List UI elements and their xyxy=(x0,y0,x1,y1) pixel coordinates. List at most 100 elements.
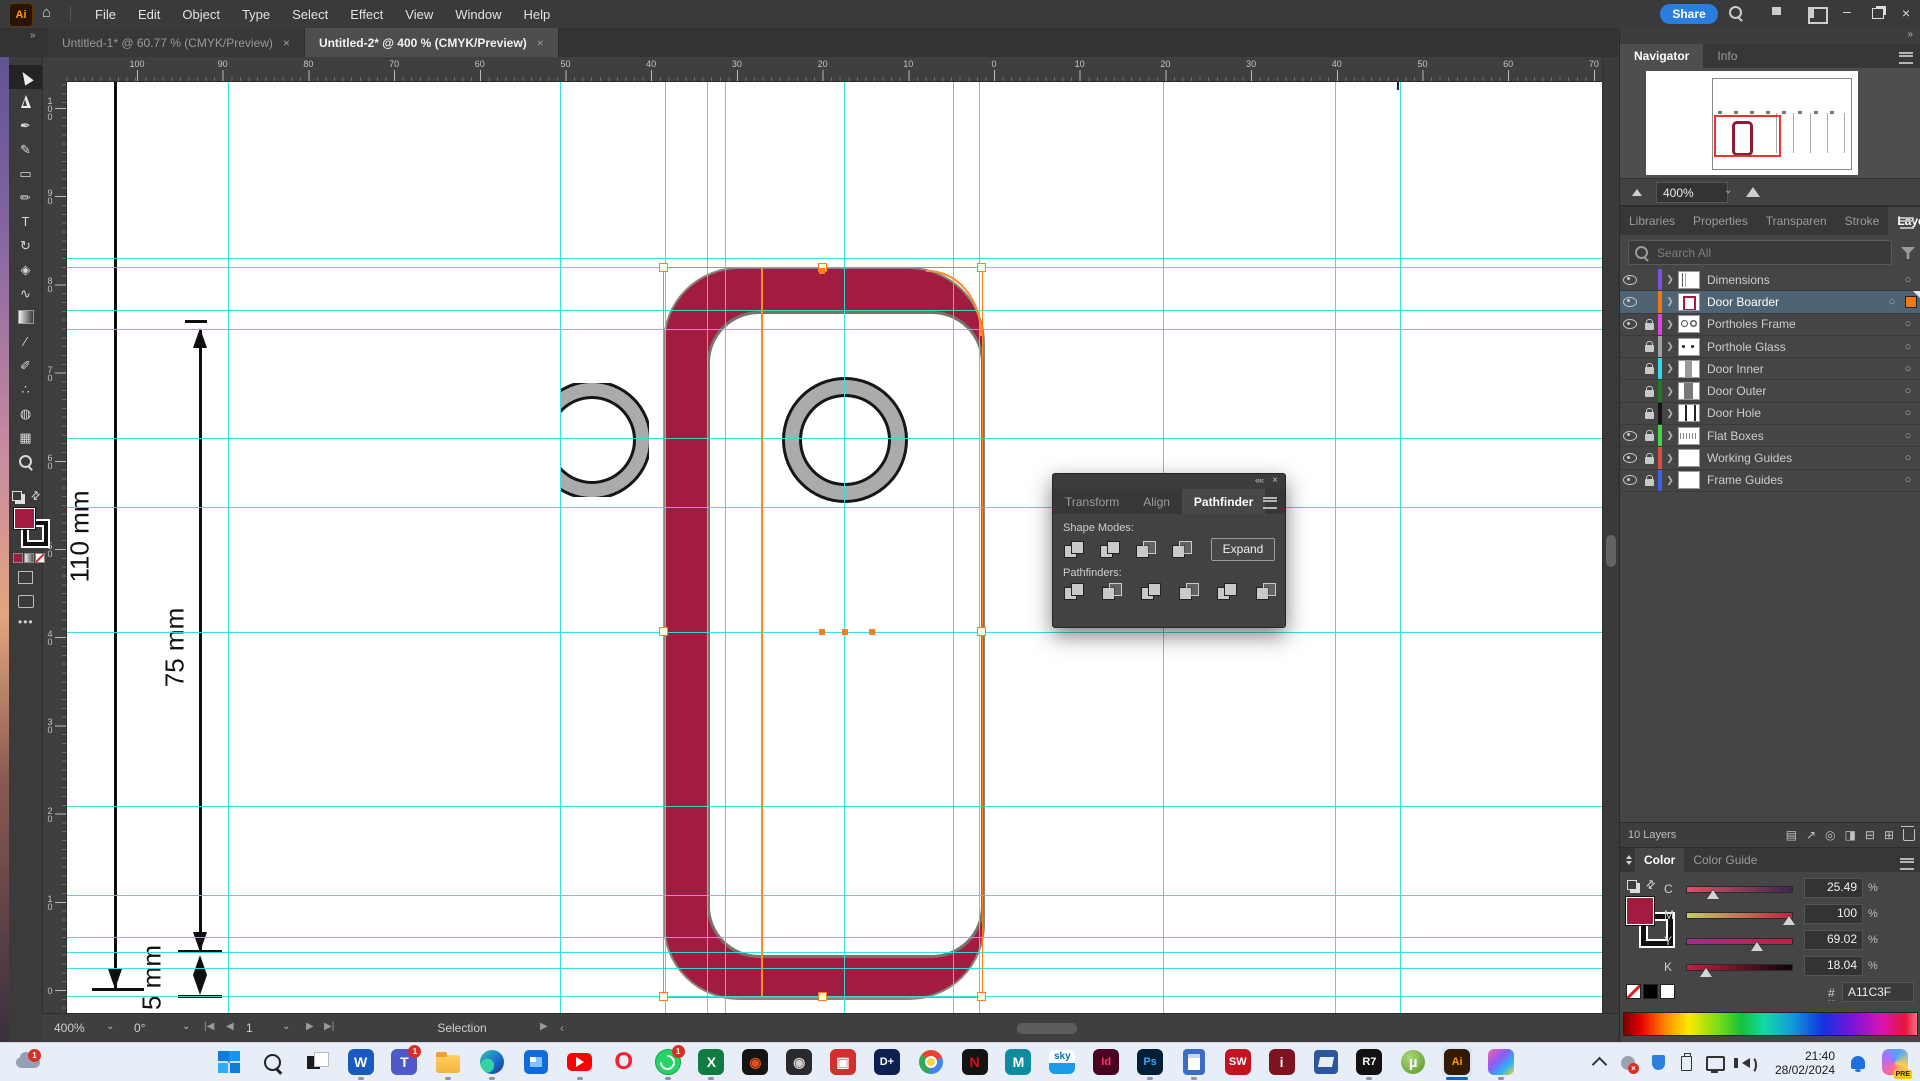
target-circle-icon[interactable]: ○ xyxy=(1895,363,1920,375)
lock-cell[interactable] xyxy=(1640,453,1658,464)
layer-row-dimensions[interactable]: ❯Dimensions○ xyxy=(1620,269,1920,291)
width-tool-tool[interactable]: ∿ xyxy=(9,281,42,305)
menu-object[interactable]: Object xyxy=(175,7,227,22)
zoom-out-icon[interactable] xyxy=(1632,189,1642,196)
selection-handle[interactable] xyxy=(659,992,668,1001)
anchor-point[interactable] xyxy=(842,629,848,635)
menu-help[interactable]: Help xyxy=(516,7,557,22)
taskbar-youtube[interactable] xyxy=(565,1047,595,1077)
lock-cell[interactable] xyxy=(1640,363,1658,374)
search-input[interactable] xyxy=(1655,242,1859,263)
layer-row-working-guides[interactable]: ❯Working Guides○ xyxy=(1620,447,1920,469)
target-circle-icon[interactable]: ○ xyxy=(1895,452,1920,464)
artboard-canvas[interactable]: 110 mm 75 mm 5 mm xyxy=(66,81,1602,1013)
make-clipping-mask-icon[interactable]: ◨ xyxy=(1845,829,1856,841)
layer-thumbnail[interactable] xyxy=(1678,315,1700,333)
none-button[interactable] xyxy=(35,553,45,563)
layer-thumbnail[interactable] xyxy=(1678,382,1700,400)
pen-tool[interactable]: ✒ xyxy=(9,113,42,137)
close-icon[interactable]: × xyxy=(1272,475,1278,486)
tab-navigator[interactable]: Navigator xyxy=(1620,44,1703,68)
panel-menu-icon[interactable] xyxy=(1899,52,1913,64)
slider-thumb[interactable] xyxy=(1783,916,1795,925)
taskbar-sky[interactable]: sky xyxy=(1047,1047,1077,1077)
taskbar-whatsapp[interactable]: 1 xyxy=(653,1047,683,1077)
locate-object-icon[interactable]: ◎ xyxy=(1825,829,1835,841)
channel-value-C[interactable]: 25.49 xyxy=(1804,878,1863,898)
taskbar-photoshop[interactable]: Ps xyxy=(1135,1047,1165,1077)
curvature-tool[interactable]: ✎ xyxy=(9,137,42,161)
lock-icon[interactable] xyxy=(1645,323,1654,330)
shape-mode-exclude-icon[interactable] xyxy=(1171,541,1193,558)
layer-thumbnail[interactable] xyxy=(1678,338,1700,356)
expand-chevron-icon[interactable]: ❯ xyxy=(1662,274,1678,285)
menu-effect[interactable]: Effect xyxy=(343,7,390,22)
lock-cell[interactable] xyxy=(1640,386,1658,397)
tab-overflow-icon[interactable]: » xyxy=(30,30,36,41)
search-icon[interactable] xyxy=(1729,6,1742,19)
taskbar-word[interactable]: W xyxy=(346,1047,376,1077)
layer-name[interactable]: Working Guides xyxy=(1707,451,1895,465)
taskbar-search[interactable] xyxy=(258,1047,288,1077)
layer-name[interactable]: Porthole Glass xyxy=(1707,340,1895,354)
expand-chevron-icon[interactable]: ❯ xyxy=(1662,296,1678,307)
pathfinder-trim-icon[interactable] xyxy=(1101,583,1121,600)
anchor-point[interactable] xyxy=(819,268,825,274)
target-circle-icon[interactable]: ○ xyxy=(1895,318,1920,330)
layer-name[interactable]: Door Outer xyxy=(1707,384,1895,398)
layer-name[interactable]: Frame Guides xyxy=(1707,473,1895,487)
lock-icon[interactable] xyxy=(1645,390,1654,397)
shape-builder-tool[interactable]: ◍ xyxy=(9,401,42,425)
layer-row-portholes-frame[interactable]: ❯Portholes Frame○ xyxy=(1620,314,1920,336)
selection-handle[interactable] xyxy=(977,627,986,636)
lock-icon[interactable] xyxy=(1645,367,1654,374)
color-button[interactable] xyxy=(13,553,23,563)
shape-mode-intersect-icon[interactable] xyxy=(1135,541,1157,558)
horizontal-scrollbar-thumb[interactable] xyxy=(1017,1023,1077,1034)
layer-thumbnail[interactable] xyxy=(1678,449,1700,467)
rotate-tool[interactable]: ↻ xyxy=(9,233,42,257)
tab-color[interactable]: Color xyxy=(1635,848,1684,872)
taskbar-app-dark-1[interactable]: ◉ xyxy=(740,1047,770,1077)
layer-thumbnail[interactable] xyxy=(1678,471,1700,489)
layer-name[interactable]: Portholes Frame xyxy=(1707,317,1895,331)
menu-window[interactable]: Window xyxy=(448,7,508,22)
navigator-zoom-input[interactable] xyxy=(1656,182,1728,203)
eye-icon[interactable] xyxy=(1623,275,1637,285)
target-circle-icon[interactable]: ○ xyxy=(1895,430,1920,442)
eraser-tool[interactable]: ◈ xyxy=(9,257,42,281)
taskbar-opera[interactable]: O xyxy=(609,1047,639,1077)
new-layer-icon[interactable]: ⊞ xyxy=(1884,829,1894,841)
paintbrush-tool[interactable]: ✏ xyxy=(9,185,42,209)
drawing-mode-icon[interactable] xyxy=(18,571,33,584)
gradient-button[interactable] xyxy=(24,553,34,563)
eye-icon[interactable] xyxy=(1623,431,1637,441)
selection-handle[interactable] xyxy=(659,263,668,272)
tab-transparency[interactable]: Transparen xyxy=(1757,207,1836,235)
color-spectrum-bar[interactable] xyxy=(1623,1012,1918,1036)
white-swatch[interactable] xyxy=(1660,984,1675,999)
lock-icon[interactable] xyxy=(1645,479,1654,486)
previous-artboard-icon[interactable]: ◀ xyxy=(226,1021,234,1032)
expand-chevron-icon[interactable]: ❯ xyxy=(1662,363,1678,374)
target-circle-icon[interactable]: ○ xyxy=(1895,474,1920,486)
expand-chevron-icon[interactable]: ❯ xyxy=(1662,475,1678,486)
selection-handle[interactable] xyxy=(977,992,986,1001)
trash-icon[interactable] xyxy=(1903,829,1915,841)
pathfinder-divide-icon[interactable] xyxy=(1063,583,1083,600)
taskbar-solidworks[interactable]: SW xyxy=(1223,1047,1253,1077)
share-button[interactable]: Share xyxy=(1660,4,1718,24)
taskbar-rhino[interactable]: R7 xyxy=(1354,1047,1384,1077)
panel-menu-icon[interactable] xyxy=(1900,217,1914,229)
scrollbar-thumb[interactable] xyxy=(1606,535,1616,567)
lock-cell[interactable] xyxy=(1640,475,1658,486)
channel-slider-Y[interactable] xyxy=(1686,938,1793,945)
lock-icon[interactable] xyxy=(1645,412,1654,419)
chevron-down-icon[interactable]: ⌄ xyxy=(106,1021,114,1032)
layer-name[interactable]: Flat Boxes xyxy=(1707,429,1895,443)
black-swatch[interactable] xyxy=(1643,984,1658,999)
default-colors-widget[interactable]: ⇄ xyxy=(11,489,41,503)
shape-mode-unite-icon[interactable] xyxy=(1063,541,1085,558)
eye-icon[interactable] xyxy=(1623,319,1637,329)
selection-handle[interactable] xyxy=(818,992,827,1001)
